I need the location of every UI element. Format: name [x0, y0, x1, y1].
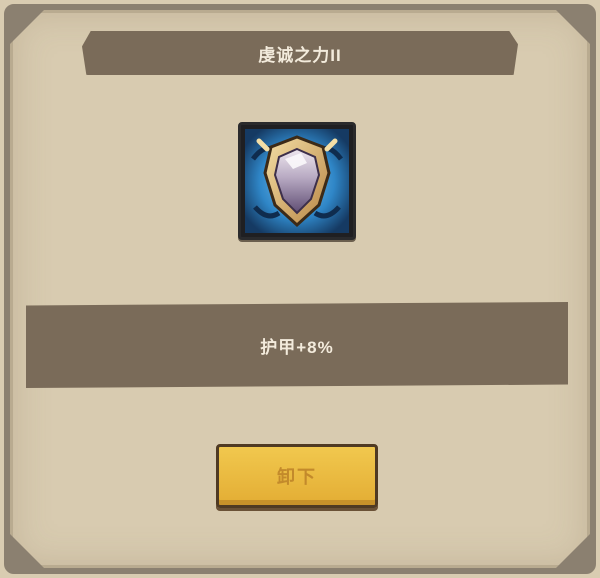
- skill-icon-frame: [238, 122, 356, 240]
- shield-icon: [245, 129, 349, 233]
- unequip-button-label: 卸下: [277, 467, 317, 487]
- skill-detail-panel: 虔诚之力II 护甲+8% 卸下: [0, 0, 600, 578]
- title-banner: 虔诚之力II: [82, 31, 518, 75]
- frame-corner: [556, 534, 590, 568]
- frame-corner: [10, 10, 44, 44]
- skill-title: 虔诚之力II: [258, 45, 342, 65]
- effect-description-bar: 护甲+8%: [26, 302, 568, 388]
- unequip-button[interactable]: 卸下: [216, 444, 378, 508]
- frame-corner: [10, 534, 44, 568]
- frame-corner: [556, 10, 590, 44]
- effect-text: 护甲+8%: [260, 337, 334, 357]
